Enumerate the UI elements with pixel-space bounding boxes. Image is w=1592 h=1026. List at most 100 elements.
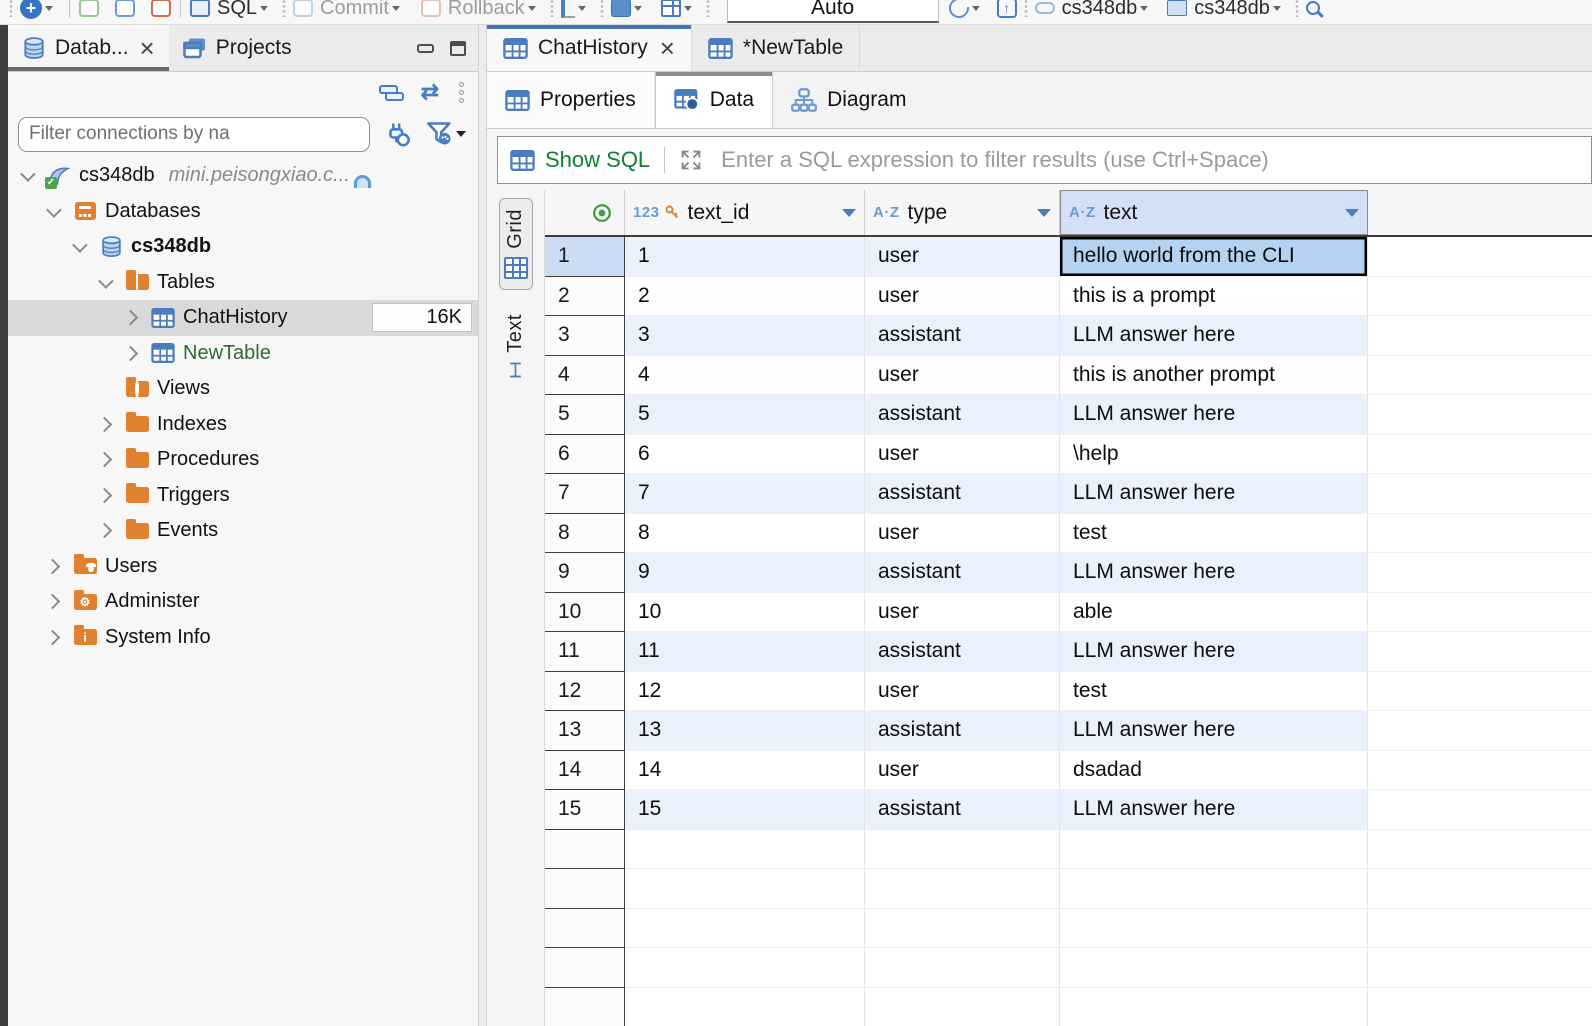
transaction-mode-icon[interactable] (561, 0, 575, 18)
connect-plug-icon[interactable] (384, 121, 412, 147)
link-with-editor-icon[interactable]: ⇄ (421, 81, 439, 103)
row-number-cell[interactable] (545, 909, 625, 949)
tree-item-chathistory[interactable]: ChatHistory16K (8, 300, 478, 336)
empty-cell[interactable] (1060, 830, 1368, 870)
chevron-right-icon[interactable] (96, 416, 112, 432)
cell-text[interactable]: able (1060, 593, 1368, 633)
empty-cell[interactable] (1060, 988, 1368, 1026)
commit-button[interactable]: Commit (320, 0, 389, 20)
tree-item-indexes[interactable]: Indexes (8, 407, 478, 443)
layout-grid-icon[interactable] (661, 0, 681, 17)
active-connection-selector[interactable]: cs348db (1062, 0, 1138, 20)
row-number-cell[interactable]: 14 (545, 751, 625, 791)
chevron-right-icon[interactable] (96, 487, 112, 503)
commit-dropdown-icon[interactable] (392, 6, 400, 11)
connection-dropdown-icon[interactable] (1140, 6, 1148, 11)
empty-cell[interactable] (625, 948, 865, 988)
empty-cell[interactable] (865, 988, 1060, 1026)
chevron-down-icon[interactable] (72, 238, 88, 254)
cell-text_id[interactable]: 1 (625, 237, 865, 277)
maximize-view-icon[interactable] (450, 41, 466, 56)
column-header-type[interactable]: A·Ztype (865, 190, 1060, 235)
cell-type[interactable]: assistant (865, 790, 1060, 830)
tree-item-system-info[interactable]: iSystem Info (8, 620, 478, 656)
cell-type[interactable]: user (865, 672, 1060, 712)
sql-editor-dropdown-icon[interactable] (260, 6, 268, 11)
chevron-right-icon[interactable] (122, 310, 138, 326)
tab-newtable[interactable]: *NewTable (692, 25, 860, 71)
cell-type[interactable]: user (865, 435, 1060, 475)
tab-database-navigator[interactable]: Datab... × (8, 25, 169, 71)
rollback-mode-icon[interactable] (151, 0, 171, 17)
cell-type[interactable]: user (865, 277, 1060, 317)
presentation-tab-text[interactable]: Text ⌶ (500, 304, 531, 394)
connection-filter-input[interactable] (18, 117, 370, 152)
tree-item-cs348db[interactable]: ✓cs348dbmini.peisongxiao.c... (8, 158, 478, 194)
cell-text_id[interactable]: 10 (625, 593, 865, 633)
database-dropdown-icon[interactable] (1273, 6, 1281, 11)
cell-text[interactable]: hello world from the CLI (1060, 237, 1368, 277)
cell-type[interactable]: user (865, 751, 1060, 791)
chevron-right-icon[interactable] (96, 452, 112, 468)
row-number-cell[interactable]: 9 (545, 553, 625, 593)
chevron-down-icon[interactable] (46, 202, 62, 218)
row-number-cell[interactable]: 7 (545, 474, 625, 514)
expand-filter-icon[interactable] (679, 148, 703, 172)
commit-icon[interactable] (293, 0, 313, 17)
cell-type[interactable]: assistant (865, 553, 1060, 593)
active-connection-icon[interactable] (1035, 2, 1055, 14)
tab-chathistory[interactable]: ChatHistory × (487, 25, 692, 71)
empty-cell[interactable] (1060, 869, 1368, 909)
tree-item-cs348db[interactable]: cs348db (8, 229, 478, 265)
chevron-right-icon[interactable] (44, 594, 60, 610)
cell-text[interactable]: test (1060, 514, 1368, 554)
cell-text[interactable]: this is a prompt (1060, 277, 1368, 317)
row-number-cell[interactable] (545, 988, 625, 1026)
row-number-cell[interactable]: 15 (545, 790, 625, 830)
tab-diagram[interactable]: Diagram (773, 72, 924, 128)
cell-text[interactable]: LLM answer here (1060, 711, 1368, 751)
transaction-mode-dropdown-icon[interactable] (578, 6, 586, 11)
cell-text[interactable]: LLM answer here (1060, 632, 1368, 672)
column-menu-icon[interactable] (1037, 209, 1051, 217)
export-icon[interactable]: ↑ (997, 0, 1017, 18)
transaction-log-icon[interactable] (115, 0, 135, 17)
cell-text_id[interactable]: 13 (625, 711, 865, 751)
cell-type[interactable]: user (865, 514, 1060, 554)
cell-text[interactable]: LLM answer here (1060, 790, 1368, 830)
cell-type[interactable]: assistant (865, 632, 1060, 672)
cell-text_id[interactable]: 14 (625, 751, 865, 791)
tree-item-events[interactable]: Events (8, 513, 478, 549)
cell-text_id[interactable]: 5 (625, 395, 865, 435)
row-number-cell[interactable] (545, 869, 625, 909)
cell-type[interactable]: user (865, 237, 1060, 277)
tree-item-procedures[interactable]: Procedures (8, 442, 478, 478)
panel-toggle-icon[interactable] (611, 0, 631, 17)
row-number-cell[interactable]: 2 (545, 277, 625, 317)
commit-mode-icon[interactable] (79, 0, 99, 17)
cell-text[interactable]: LLM answer here (1060, 395, 1368, 435)
column-menu-icon[interactable] (842, 209, 856, 217)
collapse-all-icon[interactable] (379, 85, 401, 99)
rollback-button[interactable]: Rollback (448, 0, 525, 20)
sql-filter-input[interactable] (715, 147, 1591, 173)
rollback-icon[interactable] (421, 0, 441, 17)
row-number-cell[interactable] (545, 830, 625, 870)
cell-text[interactable]: LLM answer here (1060, 553, 1368, 593)
row-number-cell[interactable] (545, 948, 625, 988)
cell-text_id[interactable]: 6 (625, 435, 865, 475)
refresh-icon[interactable] (945, 0, 973, 22)
cell-text_id[interactable]: 3 (625, 316, 865, 356)
presentation-tab-grid[interactable]: Grid (499, 198, 533, 290)
empty-cell[interactable] (865, 830, 1060, 870)
tree-item-views[interactable]: Views (8, 371, 478, 407)
row-number-cell[interactable]: 3 (545, 316, 625, 356)
tree-item-users[interactable]: Users (8, 549, 478, 585)
row-number-cell[interactable]: 8 (545, 514, 625, 554)
column-menu-icon[interactable] (1345, 209, 1359, 217)
cell-type[interactable]: user (865, 356, 1060, 396)
empty-cell[interactable] (625, 988, 865, 1026)
row-number-cell[interactable]: 5 (545, 395, 625, 435)
cell-text_id[interactable]: 2 (625, 277, 865, 317)
empty-cell[interactable] (625, 869, 865, 909)
